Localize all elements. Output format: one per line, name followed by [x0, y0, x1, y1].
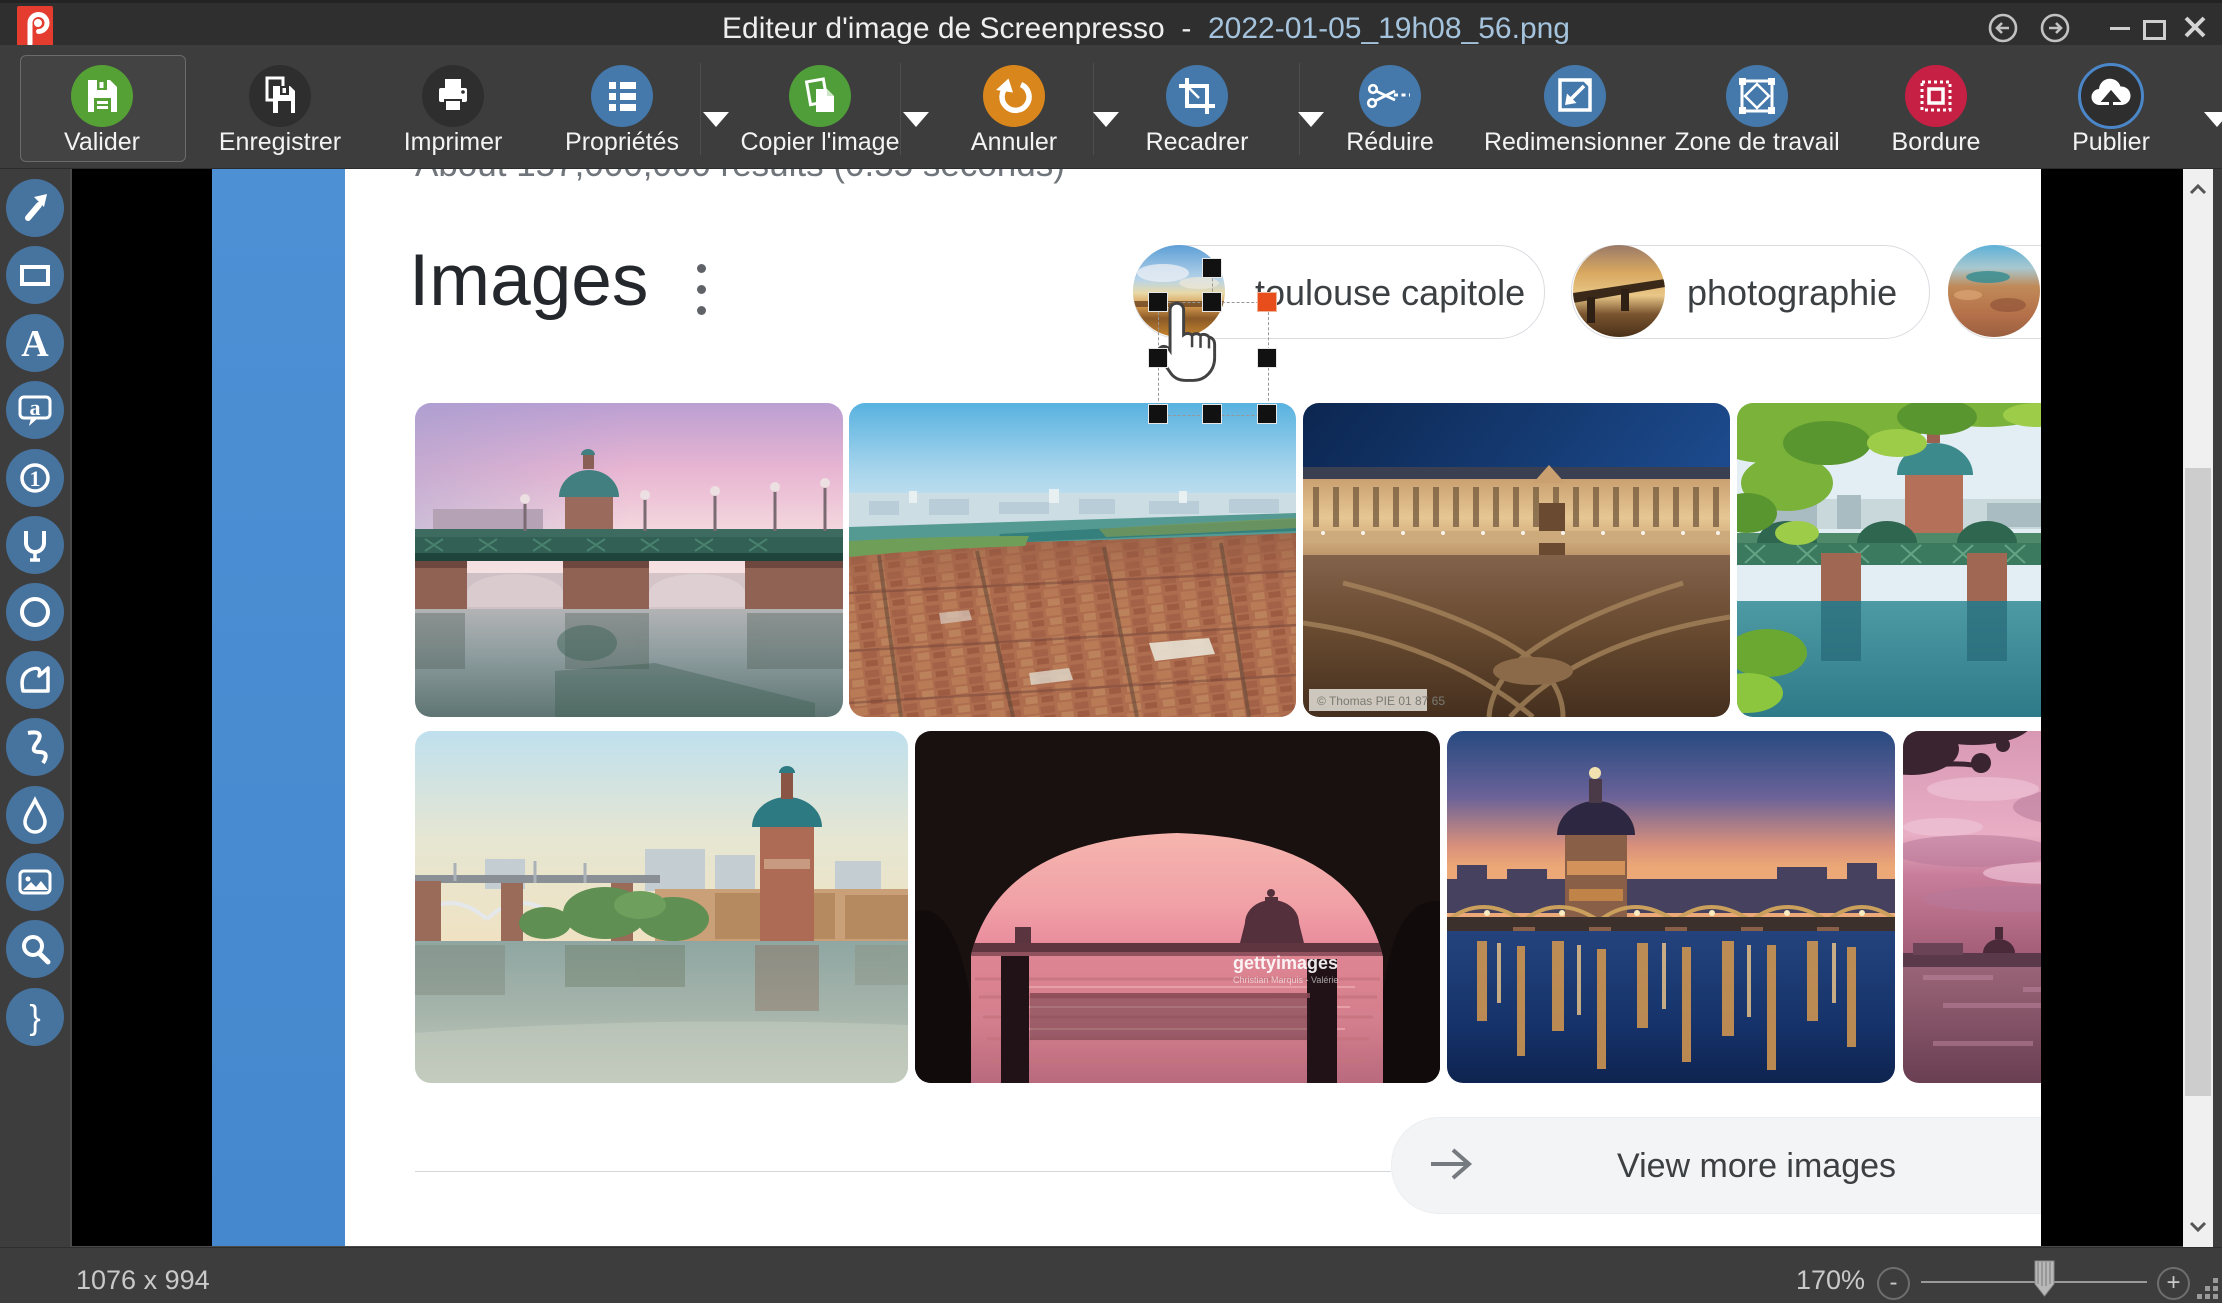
- svg-text:© Thomas PIE 01 87 65: © Thomas PIE 01 87 65: [1317, 694, 1445, 708]
- svg-text:a: a: [30, 395, 41, 420]
- svg-text:1: 1: [30, 466, 41, 491]
- svg-text:A: A: [21, 323, 49, 365]
- svg-text:Christian Marquis - Valérie: Christian Marquis - Valérie: [1233, 975, 1338, 985]
- svg-text:}: }: [29, 999, 40, 1037]
- svg-text:gettyimages: gettyimages: [1233, 953, 1338, 973]
